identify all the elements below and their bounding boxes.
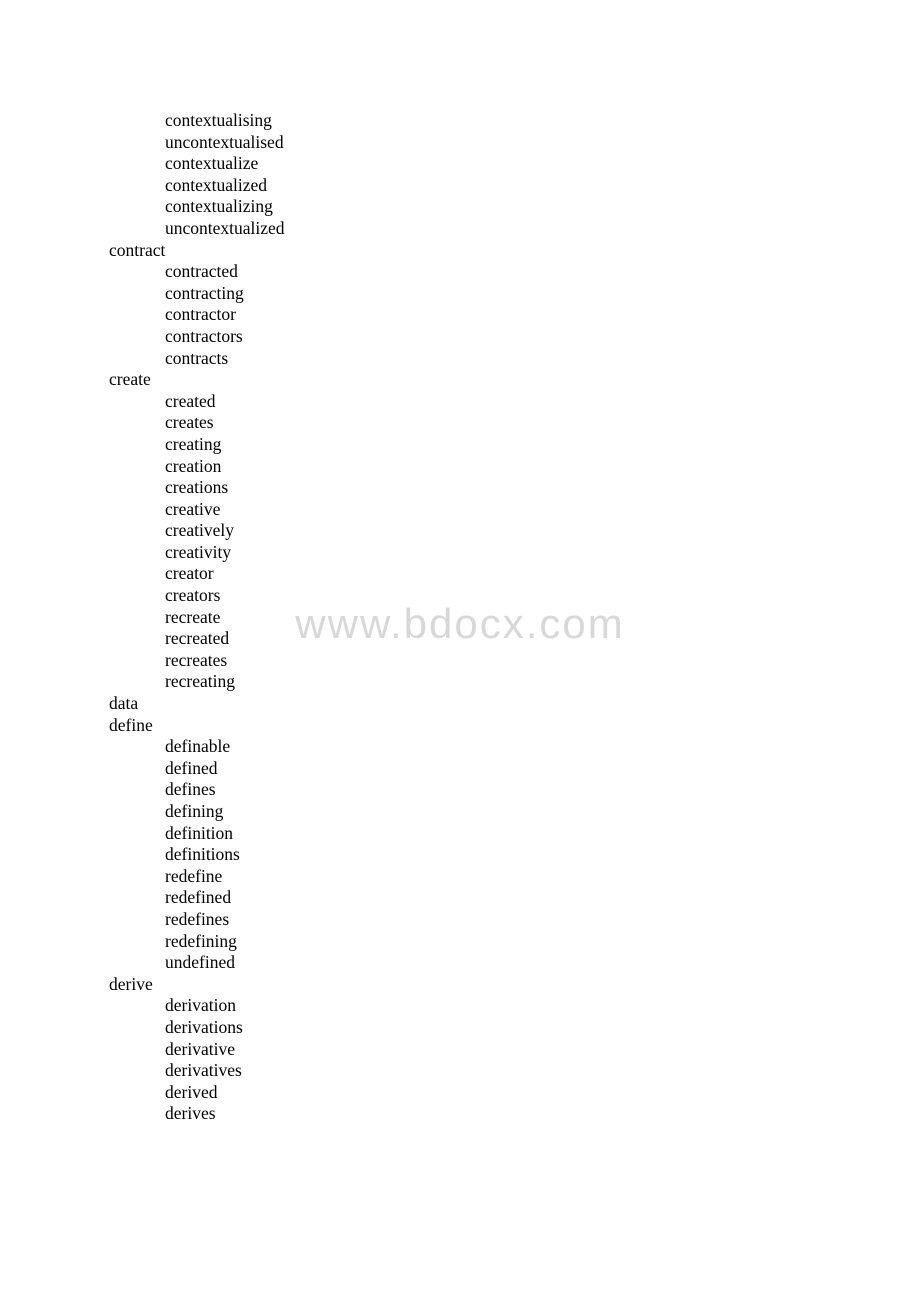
derived-word-entry: contractor (165, 304, 236, 325)
derived-word-entry: creator (165, 563, 214, 584)
word-list: contextualising uncontextualised contextua… (0, 0, 920, 1125)
derived-word-entry: derives (165, 1103, 216, 1124)
derived-word-entry: contractors (165, 325, 243, 346)
derived-word-entry: definition (165, 822, 234, 843)
derived-word-entry: redefined (165, 887, 232, 908)
headword-entry: data (109, 693, 139, 714)
derived-word-entry: creating (165, 433, 222, 454)
derived-word-entry: creativity (165, 541, 232, 562)
derived-word-entry: undefined (165, 952, 235, 973)
headword-entry: define (109, 714, 153, 735)
derived-word-entry: contracting (165, 282, 244, 303)
derived-word-entry: creates (165, 412, 214, 433)
derived-word-entry: derivations (165, 1016, 243, 1037)
derived-word-entry: defines (165, 779, 216, 800)
derived-word-entry: recreating (165, 671, 235, 692)
derived-word-entry: contextualize (165, 153, 259, 174)
derived-word-entry: defined (165, 757, 218, 778)
derived-word-entry: contracts (165, 347, 229, 368)
derived-word-entry: derived (165, 1081, 218, 1102)
derived-word-entry: recreates (165, 649, 228, 670)
derived-word-entry: recreated (165, 628, 230, 649)
derived-word-entry: creations (165, 477, 229, 498)
derived-word-entry: derivation (165, 995, 236, 1016)
derived-word-entry: creatively (165, 520, 234, 541)
derived-word-entry: defining (165, 801, 224, 821)
derived-word-entry: recreate (165, 606, 221, 627)
derived-word-entry: definable (165, 736, 231, 757)
headword-entry: contract (109, 239, 166, 260)
derived-word-entry: contextualizing (165, 196, 273, 217)
derived-word-entry: uncontextualized (165, 217, 285, 238)
derived-word-entry: creators (165, 585, 221, 606)
headword-entry: create (109, 369, 151, 390)
derived-word-entry: redefines (165, 908, 230, 929)
derived-word-entry: derivative (165, 1038, 235, 1059)
derived-word-entry: contracted (165, 261, 238, 282)
derived-word-entry: creation (165, 455, 222, 476)
derived-word-entry: contextualized (165, 174, 268, 195)
derived-word-entry: derivatives (165, 1060, 242, 1081)
derived-word-entry: uncontextualised (165, 131, 284, 152)
headword-entry: derive (109, 973, 153, 994)
derived-word-entry: contextualising (165, 110, 272, 130)
derived-word-entry: creative (165, 498, 221, 519)
derived-word-entry: redefine (165, 865, 223, 886)
derived-word-entry: created (165, 390, 216, 411)
document-page: www.bdocx.com contextualising uncontextua… (0, 0, 920, 1302)
derived-word-entry: definitions (165, 844, 240, 865)
derived-word-entry: redefining (165, 930, 237, 951)
